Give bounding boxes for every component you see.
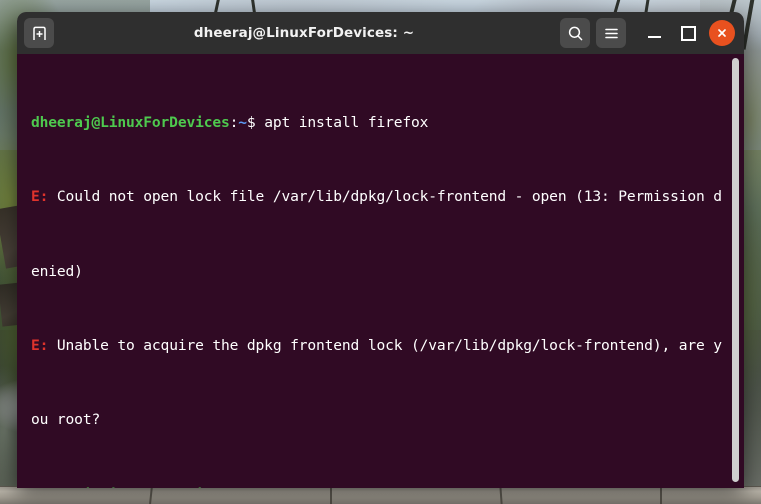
wallpaper-plank-line (660, 486, 662, 504)
prompt-path: ~ (238, 113, 247, 131)
hamburger-menu-icon (603, 25, 620, 42)
new-tab-icon (31, 25, 48, 42)
wallpaper-deck (0, 486, 761, 504)
search-button[interactable] (560, 18, 590, 48)
terminal-window: dheeraj@LinuxForDevices: ~ dheeraj@Linux… (17, 12, 744, 488)
desktop: dheeraj@LinuxForDevices: ~ dheeraj@Linux… (0, 0, 761, 504)
error-prefix: E: (31, 336, 49, 354)
terminal-body[interactable]: dheeraj@LinuxForDevices:~$ apt install f… (17, 54, 744, 488)
menu-button[interactable] (596, 18, 626, 48)
terminal-line: ou root? (31, 411, 718, 430)
terminal-line: E: Unable to acquire the dpkg frontend l… (31, 336, 722, 356)
prompt-userhost: dheeraj@LinuxForDevices (31, 113, 230, 131)
error-prefix: E: (31, 188, 49, 206)
error-message: Unable to acquire the dpkg frontend lock… (48, 336, 722, 354)
minimize-button[interactable] (640, 19, 668, 47)
error-message: Could not open lock file /var/lib/dpkg/l… (48, 188, 722, 206)
search-icon (567, 25, 584, 42)
prompt-colon: : (229, 113, 239, 131)
error-message-wrap: ou root? (31, 411, 101, 429)
terminal-line: E: Could not open lock file /var/lib/dpk… (31, 188, 722, 207)
terminal-line: dheeraj@LinuxForDevices:~$ apt install f… (31, 114, 718, 133)
window-title: dheeraj@LinuxForDevices: ~ (193, 25, 415, 41)
terminal-command: apt install firefox (255, 113, 429, 131)
terminal-line: dheeraj@LinuxForDevices:~$ sudo !! (31, 486, 718, 488)
terminal-output: dheeraj@LinuxForDevices:~$ apt install f… (31, 58, 722, 488)
prompt-dollar: $ (247, 486, 256, 488)
title-bar: dheeraj@LinuxForDevices: ~ (17, 12, 744, 54)
window-controls (560, 18, 736, 48)
terminal-line: enied) (31, 263, 718, 282)
minimize-icon (647, 35, 661, 38)
maximize-icon (680, 25, 696, 41)
wallpaper-plank-line (330, 486, 332, 504)
terminal-command: sudo !! (256, 486, 325, 488)
maximize-button[interactable] (674, 19, 702, 47)
close-button[interactable] (708, 19, 736, 47)
prompt-dollar: $ (246, 113, 256, 131)
scrollbar-thumb[interactable] (732, 58, 739, 482)
prompt-path: ~ (238, 486, 247, 488)
prompt-userhost: dheeraj@LinuxForDevices (31, 486, 230, 488)
close-icon (709, 20, 735, 46)
error-message-wrap: enied) (31, 262, 83, 280)
terminal-scrollbar[interactable] (731, 56, 740, 486)
prompt-colon: : (230, 486, 239, 488)
